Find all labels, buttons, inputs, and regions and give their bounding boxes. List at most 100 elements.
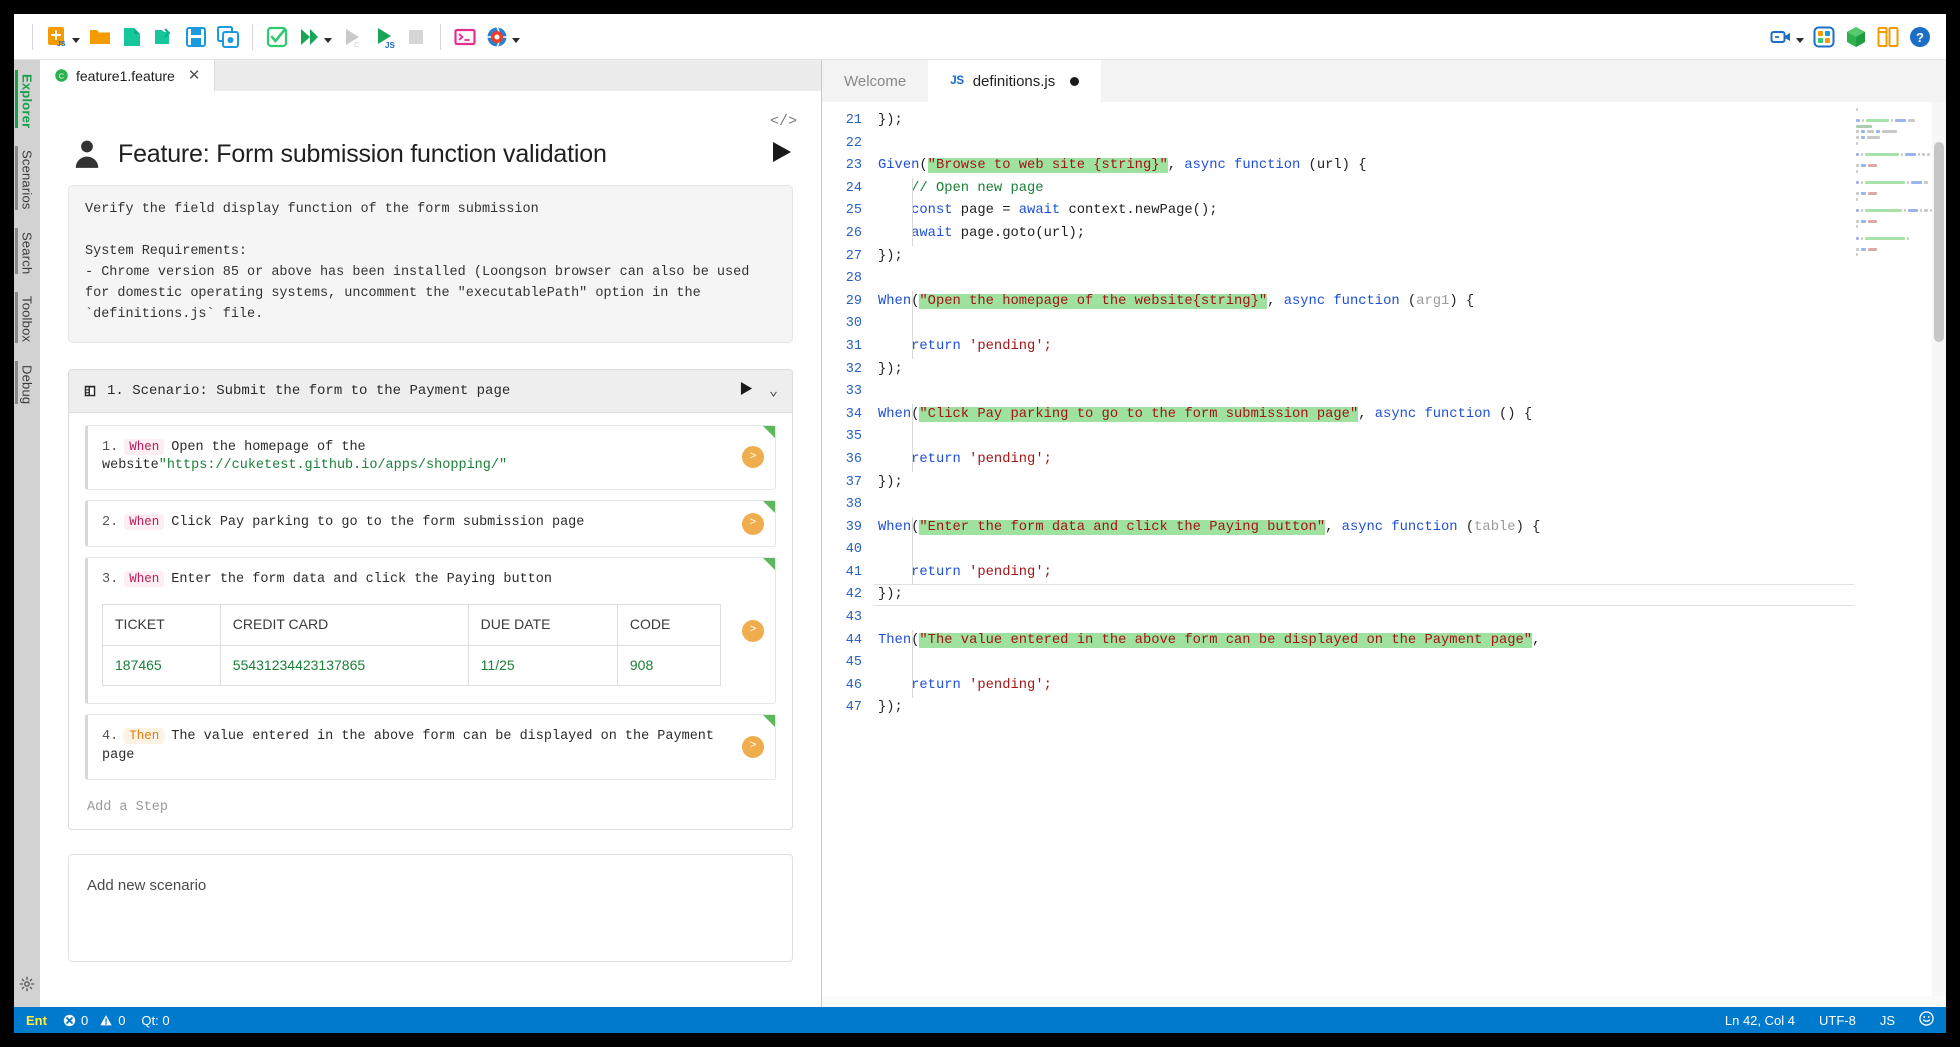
- minimap-line: [1854, 135, 1932, 140]
- status-cursor-position[interactable]: Ln 42, Col 4: [1725, 1013, 1795, 1028]
- cell-credit-card[interactable]: 55431234423137865: [219, 644, 469, 687]
- step-row[interactable]: 2. When Click Pay parking to go to the for…: [85, 500, 776, 548]
- rail-item-search[interactable]: Search: [14, 222, 40, 286]
- code-line[interactable]: });: [878, 359, 1946, 382]
- chevron-down-icon[interactable]: [512, 38, 520, 43]
- code-line[interactable]: const page = await context.newPage();: [878, 200, 1946, 223]
- terminal-button[interactable]: [449, 20, 481, 54]
- cell-ticket[interactable]: 187465: [102, 644, 221, 687]
- editor-vertical-scrollbar[interactable]: [1932, 102, 1946, 1007]
- minimap-line: [1854, 152, 1932, 157]
- run-js-button[interactable]: JS: [368, 20, 400, 54]
- run-step-button[interactable]: >: [742, 619, 764, 642]
- cell-code[interactable]: 908: [616, 644, 722, 687]
- code-line[interactable]: [878, 494, 1946, 517]
- code-line[interactable]: });: [878, 246, 1946, 269]
- run-scenario-button[interactable]: [740, 381, 753, 401]
- rail-item-scenarios[interactable]: Scenarios: [14, 140, 40, 222]
- chevron-down-icon[interactable]: [72, 38, 80, 43]
- status-qt[interactable]: Qt: 0: [141, 1013, 169, 1028]
- run-step-button[interactable]: >: [742, 446, 764, 469]
- code-line[interactable]: // Open new page: [878, 178, 1946, 201]
- chevron-down-icon[interactable]: ⌄: [769, 381, 778, 400]
- record-button[interactable]: [1765, 20, 1808, 54]
- add-step-button[interactable]: Add a Step: [69, 796, 792, 829]
- editor-minimap[interactable]: [1854, 102, 1932, 1007]
- tab-definitions-js[interactable]: JS definitions.js: [928, 60, 1102, 102]
- close-icon[interactable]: ✕: [188, 68, 201, 83]
- code-line[interactable]: When("Click Pay parking to go to the for…: [878, 404, 1946, 427]
- minimap-segment: [1865, 236, 1906, 240]
- code-line[interactable]: [878, 539, 1946, 562]
- code-token: arg1: [1416, 293, 1450, 309]
- code-content[interactable]: }); Given("Browse to web site {string}",…: [874, 102, 1946, 1007]
- code-line[interactable]: [878, 313, 1946, 336]
- code-line[interactable]: [878, 652, 1946, 675]
- run-all-button[interactable]: [293, 20, 336, 54]
- package-button[interactable]: [1840, 20, 1872, 54]
- code-line[interactable]: [878, 268, 1946, 291]
- step-row-with-table[interactable]: 3. When Enter the form data and click the …: [85, 557, 776, 705]
- code-line[interactable]: return 'pending';: [878, 336, 1946, 359]
- save-all-button[interactable]: [212, 20, 244, 54]
- run-step-button[interactable]: >: [742, 512, 764, 535]
- code-line[interactable]: });: [878, 110, 1946, 133]
- source-view-toggle-icon[interactable]: </>: [770, 113, 797, 130]
- run-feature-button[interactable]: [771, 140, 793, 169]
- new-file-button[interactable]: [116, 20, 148, 54]
- save-button[interactable]: [180, 20, 212, 54]
- cell-due-date[interactable]: 11/25: [467, 644, 618, 687]
- status-problems[interactable]: 0 0: [63, 1013, 125, 1028]
- code-line[interactable]: When ("Open the homepage of the website{s…: [878, 291, 1946, 314]
- open-file-button[interactable]: [148, 20, 180, 54]
- code-line[interactable]: [878, 133, 1946, 156]
- scenario-header[interactable]: 1. Scenario: Submit the form to the Paym…: [69, 369, 792, 413]
- code-line[interactable]: [878, 381, 1946, 404]
- code-line[interactable]: return 'pending';: [878, 675, 1946, 698]
- code-line[interactable]: return 'pending';: [878, 449, 1946, 472]
- add-scenario-button[interactable]: Add new scenario: [68, 854, 793, 963]
- status-language[interactable]: JS: [1880, 1013, 1895, 1028]
- code-line[interactable]: await page.goto(url);: [878, 223, 1946, 246]
- indent-guide: [912, 403, 913, 472]
- code-line[interactable]: return 'pending';: [878, 562, 1946, 585]
- help-button[interactable]: ?: [1904, 20, 1936, 54]
- table-row[interactable]: 187465 55431234423137865 11/25 908: [102, 644, 722, 687]
- code-line[interactable]: });: [878, 472, 1946, 495]
- browser-button[interactable]: [481, 20, 524, 54]
- chevron-down-icon[interactable]: [324, 38, 332, 43]
- rail-item-debug[interactable]: Debug: [14, 355, 40, 416]
- status-encoding[interactable]: UTF-8: [1819, 1013, 1856, 1028]
- run-csharp-button[interactable]: C: [336, 20, 368, 54]
- step-row[interactable]: 1. When Open the homepage of the website"h…: [85, 424, 776, 491]
- app-grid-button[interactable]: [1808, 20, 1840, 54]
- status-feedback[interactable]: [1919, 1011, 1934, 1029]
- scrollbar-thumb[interactable]: [1934, 142, 1944, 342]
- code-line[interactable]: Given("Browse to web site {string}", asy…: [878, 155, 1946, 178]
- tab-feature1-feature[interactable]: C feature1.feature ✕: [40, 60, 216, 91]
- run-step-button[interactable]: >: [742, 736, 764, 759]
- editor-horizontal-scrollbar[interactable]: [822, 996, 1946, 1007]
- code-line[interactable]: });: [878, 697, 1946, 720]
- code-line[interactable]: [878, 426, 1946, 449]
- minimap-segment: [1856, 152, 1860, 156]
- layout-button[interactable]: [1872, 20, 1904, 54]
- stop-button[interactable]: [400, 20, 432, 54]
- code-line[interactable]: Then("The value entered in the above for…: [878, 630, 1946, 653]
- status-ent[interactable]: Ent: [26, 1013, 47, 1028]
- editor-viewport[interactable]: 21 22 23 24 25 26 27 28 29 30 31 32 33 34 35 36 37 38 39 40…: [822, 102, 1946, 1007]
- check-syntax-button[interactable]: [261, 20, 293, 54]
- chevron-down-icon[interactable]: [1796, 38, 1804, 43]
- code-line[interactable]: [878, 607, 1946, 630]
- step-row[interactable]: 4. Then The value entered in the above for…: [85, 714, 776, 781]
- step-keyword: When: [124, 514, 165, 531]
- rail-item-explorer[interactable]: Explorer: [14, 64, 40, 140]
- settings-button[interactable]: [19, 976, 35, 997]
- open-folder-button[interactable]: [84, 20, 116, 54]
- check-square-icon: [266, 26, 288, 47]
- tab-welcome[interactable]: Welcome: [822, 60, 928, 102]
- code-line[interactable]: When ("Enter the form data and click the …: [878, 517, 1946, 540]
- minimap-line: [1854, 225, 1932, 229]
- rail-item-toolbox[interactable]: Toolbox: [14, 286, 40, 354]
- new-js-project-button[interactable]: JS: [41, 20, 84, 54]
